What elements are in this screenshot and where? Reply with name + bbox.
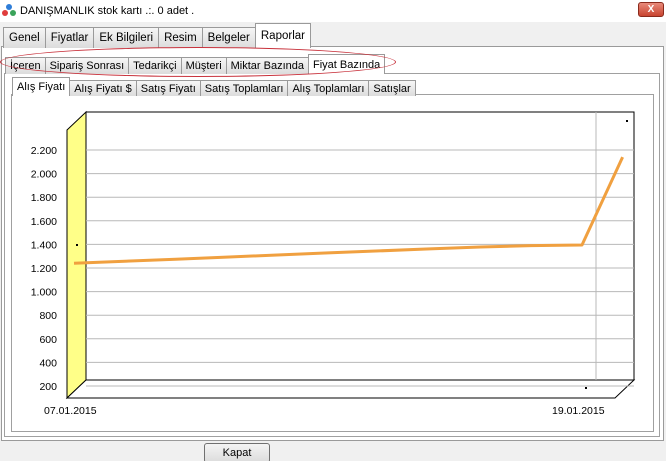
y-tick-label: 400: [39, 357, 57, 369]
x-tick-label: 19.01.2015: [552, 405, 605, 417]
tab-satislar[interactable]: Satışlar: [368, 80, 416, 96]
window-title: DANIŞMANLIK stok kartı .:. 0 adet .: [20, 5, 195, 17]
window-close-button[interactable]: X: [638, 2, 664, 17]
tab-resim[interactable]: Resim: [158, 27, 203, 48]
chart-tab-panel: 200 400 600 800 1.000 1.200 1.400 1.600 1.800 2.0…: [11, 94, 654, 432]
tab-raporlar[interactable]: Raporlar: [254, 23, 311, 48]
y-tick-label: 200: [39, 381, 57, 393]
chart-side-wall: [66, 110, 87, 400]
chart-tab-bar: Alış Fiyatı Alış Fiyatı $ Satış Fiyatı S…: [12, 77, 416, 96]
point-marker: [76, 244, 78, 246]
tab-satis-fiyati[interactable]: Satış Fiyatı: [135, 80, 201, 96]
tab-miktar-bazinda[interactable]: Miktar Bazında: [225, 57, 310, 74]
tab-alis-fiyati-dolar[interactable]: Alış Fiyatı $: [69, 80, 137, 96]
y-tick-label: 1.600: [31, 216, 57, 228]
y-tick-label: 2.200: [31, 145, 57, 157]
y-tick-label: 800: [39, 310, 57, 322]
x-tick-label: 07.01.2015: [44, 405, 97, 417]
tab-belgeler[interactable]: Belgeler: [201, 27, 256, 48]
app-icon: [2, 4, 16, 18]
tab-siparis-sonrasi[interactable]: Sipariş Sonrası: [44, 57, 130, 74]
kapat-button[interactable]: Kapat: [204, 443, 270, 461]
tab-musteri[interactable]: Müşteri: [180, 57, 227, 74]
tab-ek-bilgileri[interactable]: Ek Bilgileri: [93, 27, 160, 48]
y-tick-label: 2.000: [31, 169, 57, 181]
y-tick-label: 1.200: [31, 263, 57, 275]
y-tick-label: 1.000: [31, 287, 57, 299]
tab-iceren[interactable]: İçeren: [5, 57, 46, 74]
main-tab-bar: Genel Fiyatlar Ek Bilgileri Resim Belgel…: [3, 23, 311, 48]
y-tick-label: 1.400: [31, 239, 57, 251]
price-chart: 200 400 600 800 1.000 1.200 1.400 1.600 1.800 2.0…: [31, 110, 636, 417]
point-marker: [626, 120, 628, 122]
y-tick-label: 1.800: [31, 192, 57, 204]
tab-satis-toplamlari[interactable]: Satış Toplamları: [199, 80, 289, 96]
tab-tedarikci[interactable]: Tedarikçi: [128, 57, 182, 74]
tab-fiyatlar[interactable]: Fiyatlar: [44, 27, 95, 48]
tab-genel[interactable]: Genel: [3, 27, 46, 48]
point-marker: [585, 387, 587, 389]
window-titlebar: DANIŞMANLIK stok kartı .:. 0 adet . X: [0, 0, 666, 22]
tab-alis-fiyati[interactable]: Alış Fiyatı: [12, 77, 71, 96]
chart-floor: [65, 379, 636, 399]
y-tick-label: 600: [39, 334, 57, 346]
tab-alis-toplamlari[interactable]: Alış Toplamları: [287, 80, 370, 96]
report-tab-bar: İçeren Sipariş Sonrası Tedarikçi Müşteri…: [5, 54, 386, 74]
tab-fiyat-bazinda[interactable]: Fiyat Bazında: [308, 54, 386, 74]
